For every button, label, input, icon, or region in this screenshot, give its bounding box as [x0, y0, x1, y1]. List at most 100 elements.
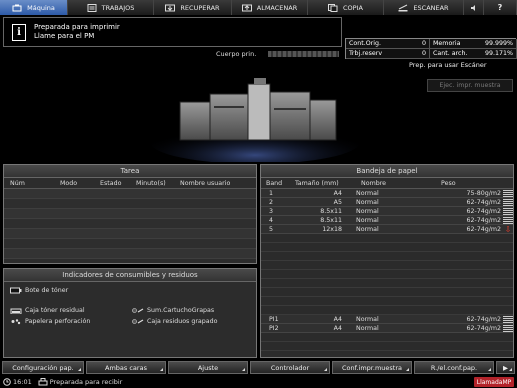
tray-size: 8.5x11	[320, 207, 342, 215]
empty-row	[261, 342, 513, 351]
bandeja-panel: Bandeja de papel Band Tamaño (mm) Nombre…	[260, 164, 514, 358]
papelera-indicator: Papelera perforación	[10, 318, 90, 325]
tray-name: Normal	[356, 324, 379, 332]
caja-toner-label: Caja tóner residual	[25, 307, 85, 314]
tray-weight: 75-80g/m2	[466, 189, 501, 197]
cant-arch-value: 99.171%	[484, 50, 513, 57]
table-row[interactable]	[4, 219, 256, 229]
paper-level-icon	[503, 216, 513, 224]
ajuste-button[interactable]: Ajuste	[168, 361, 248, 374]
tray-row-2[interactable]: 2 A5 Normal 62-74g/m2	[261, 198, 513, 207]
tray-name: Normal	[356, 225, 379, 233]
tray-weight: 62-74g/m2	[466, 207, 501, 215]
status-message: Preparada para imprimir Llame para el PM	[34, 23, 120, 41]
caja-grapado-label: Caja residuos grapado	[147, 318, 218, 325]
table-row[interactable]	[4, 199, 256, 209]
empty-row	[261, 297, 513, 306]
tab-label: TRABAJOS	[101, 3, 135, 12]
tray-row-5[interactable]: 5 12x18 Normal 62-74g/m2 ⇩	[261, 225, 513, 234]
tray-name: Normal	[356, 189, 379, 197]
empty-row	[261, 252, 513, 261]
tab-label: RECUPERAR	[180, 3, 220, 12]
caja-grapado-indicator: Caja residuos grapado	[132, 318, 218, 325]
staple-waste-icon	[132, 319, 144, 324]
cont-orig-counter: Cont.Orig. 0	[346, 39, 430, 49]
bandeja-rows: 1 A4 Normal 75-80g/m2 2 A5 Normal 62-74g…	[261, 189, 513, 351]
paper-level-icon	[503, 324, 513, 332]
controlador-button[interactable]: Controlador	[250, 361, 330, 374]
caja-toner-indicator: Caja tóner residual	[10, 307, 85, 314]
paper-level-icon	[503, 198, 513, 206]
next-page-button[interactable]: ▶	[496, 361, 515, 374]
tray-weight: 62-74g/m2	[466, 216, 501, 224]
cuerpo-label: Cuerpo prin.	[216, 50, 257, 58]
tab-copia[interactable]: COPIA	[308, 0, 384, 15]
empty-row	[261, 234, 513, 243]
table-row[interactable]	[4, 249, 256, 259]
papelera-label: Papelera perforación	[25, 318, 91, 325]
col-nombre: Nombre	[361, 179, 387, 187]
tarea-panel: Tarea Núm Modo Estado Minuto(s) Nombre u…	[3, 164, 257, 264]
clock-time: 16:01	[13, 378, 32, 386]
tab-almacenar[interactable]: ALMACENAR	[232, 0, 308, 15]
tab-label: COPIA	[343, 3, 363, 12]
bottom-button-bar: Configuración pap. Ambas caras Ajuste Co…	[0, 361, 517, 374]
col-modo: Modo	[60, 179, 78, 187]
tray-row-pi1[interactable]: PI1 A4 Normal 62-74g/m2	[261, 315, 513, 324]
trbj-reserv-value: 0	[421, 50, 426, 57]
tray-size: A4	[333, 189, 342, 197]
col-minutos: Minuto(s)	[136, 179, 166, 187]
tray-row-4[interactable]: 4 8.5x11 Normal 62-74g/m2	[261, 216, 513, 225]
table-row[interactable]	[4, 209, 256, 219]
empty-row	[261, 306, 513, 315]
tray-row-pi2[interactable]: PI2 A4 Normal 62-74g/m2	[261, 324, 513, 333]
tray-row-3[interactable]: 3 8.5x11 Normal 62-74g/m2	[261, 207, 513, 216]
conf-impr-muestra-button[interactable]: Conf.impr.muestra	[332, 361, 412, 374]
tray-weight: 62-74g/m2	[466, 198, 501, 206]
table-row[interactable]	[4, 189, 256, 199]
tab-maquina[interactable]: Máquina	[0, 0, 68, 15]
memoria-counter: Memoria 99.999%	[430, 39, 517, 49]
ambas-caras-button[interactable]: Ambas caras	[86, 361, 166, 374]
bottom-status-line: 16:01 Preparada para recibir	[0, 376, 517, 388]
tray-band: 2	[269, 198, 274, 206]
toner-bottle-icon	[10, 287, 22, 294]
tab-speaker[interactable]	[464, 0, 484, 15]
tray-name: Normal	[356, 198, 379, 206]
cartucho-label: Sum.CartuchoGrapas	[147, 307, 215, 314]
llamada-mp-badge[interactable]: LlamadaMP	[474, 377, 514, 387]
tab-trabajos[interactable]: TRABAJOS	[68, 0, 154, 15]
help-button[interactable]: ?	[484, 0, 517, 15]
toner-indicator: Bote de tóner	[10, 287, 68, 294]
tray-name: Normal	[356, 315, 379, 323]
table-row[interactable]	[4, 229, 256, 239]
ejec-impr-muestra-button[interactable]: Ejec. impr. muestra	[427, 79, 513, 92]
rel-conf-pap-button[interactable]: R./el.conf.pap.	[414, 361, 494, 374]
machine-illustration[interactable]	[150, 62, 360, 162]
tab-recuperar[interactable]: RECUPERAR	[154, 0, 232, 15]
staple-cartridge-icon	[132, 308, 144, 313]
toner-label: Bote de tóner	[25, 287, 69, 294]
tray-band: PI1	[269, 315, 279, 323]
tab-escanear[interactable]: ESCANEAR	[384, 0, 464, 15]
tray-row-1[interactable]: 1 A4 Normal 75-80g/m2	[261, 189, 513, 198]
cuerpo-progress-bar	[268, 51, 339, 57]
table-row[interactable]	[4, 239, 256, 249]
tray-size: 8.5x11	[320, 216, 342, 224]
paper-level-icon	[503, 189, 513, 197]
tray-weight: 62-74g/m2	[466, 324, 501, 332]
col-tamano: Tamaño (mm)	[295, 179, 339, 187]
tray-band: PI2	[269, 324, 279, 332]
tray-size: A4	[333, 324, 342, 332]
tray-name: Normal	[356, 216, 379, 224]
empty-row	[261, 270, 513, 279]
status-line-message: Preparada para recibir	[49, 378, 123, 386]
bandeja-title: Bandeja de papel	[261, 165, 513, 178]
tab-label: ESCANEAR	[413, 3, 449, 12]
tray-weight: 62-74g/m2	[466, 225, 501, 233]
counters-panel: Cont.Orig. 0 Memoria 99.999% Trbj.reserv 0 …	[345, 38, 517, 59]
memoria-value: 99.999%	[484, 40, 513, 47]
tray-size: 12x18	[322, 225, 342, 233]
configuracion-pap-button[interactable]: Configuración pap.	[2, 361, 84, 374]
empty-row	[261, 261, 513, 270]
